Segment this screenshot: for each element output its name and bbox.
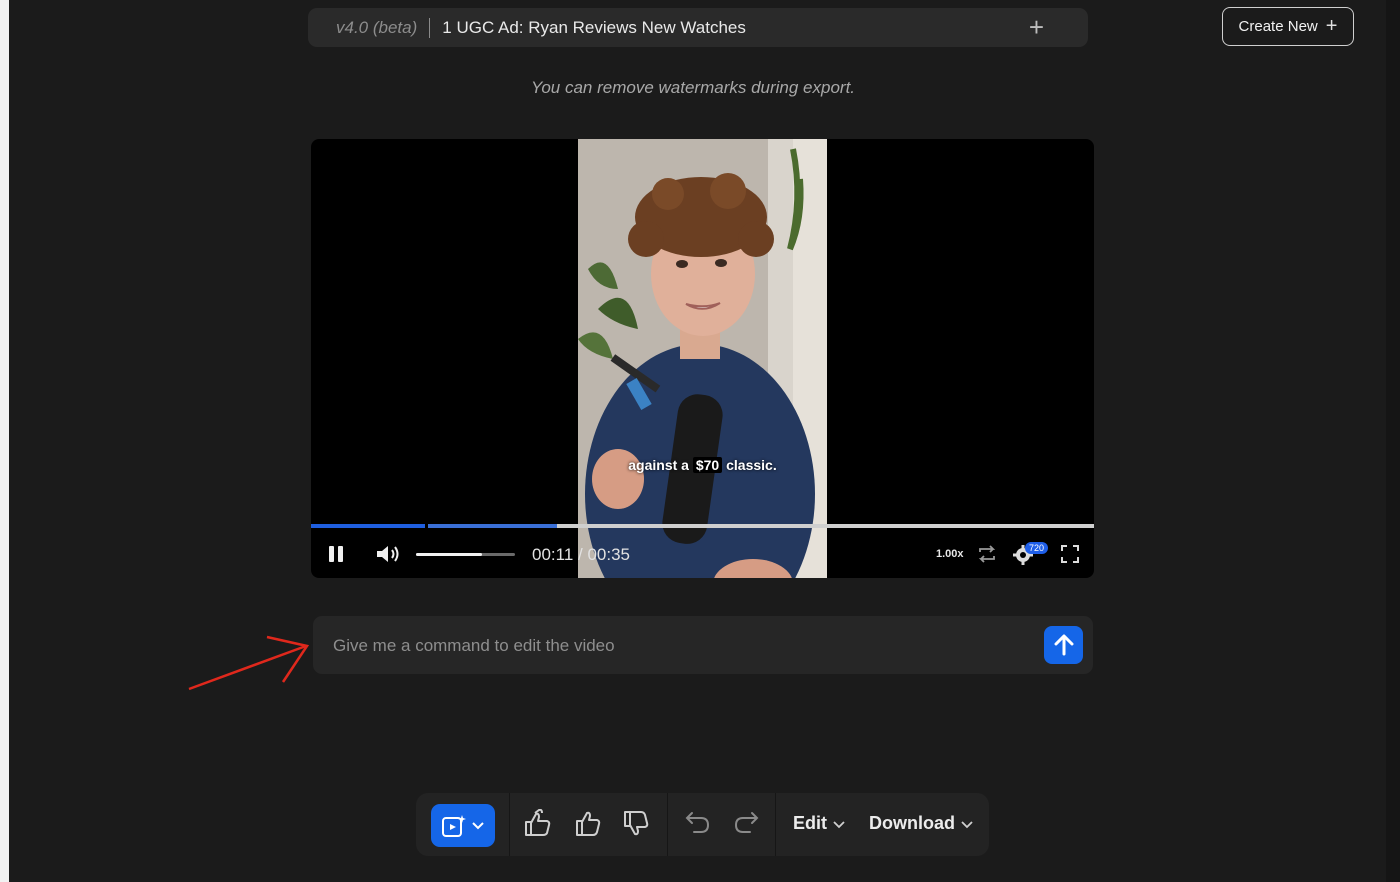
progress-played xyxy=(311,524,427,528)
pause-icon[interactable] xyxy=(327,545,345,563)
left-window-edge xyxy=(0,0,9,882)
plus-icon[interactable]: + xyxy=(1029,14,1044,40)
annotation-arrow xyxy=(188,635,310,691)
video-player[interactable]: against a $70 classic. 00:11 / 00:35 1.0… xyxy=(311,139,1094,578)
progress-bar[interactable] xyxy=(311,524,1094,528)
thumbs-up-icon[interactable] xyxy=(574,809,602,839)
video-frame: against a $70 classic. xyxy=(578,139,827,578)
undo-icon[interactable] xyxy=(684,809,712,837)
edit-menu-button[interactable]: Edit xyxy=(793,813,845,834)
bottom-toolbar: Edit Download xyxy=(416,793,989,856)
quality-badge[interactable]: 720 xyxy=(1025,542,1049,554)
magic-clip-button[interactable] xyxy=(431,804,495,847)
redo-icon[interactable] xyxy=(732,809,760,837)
player-controls: 00:11 / 00:35 1.00x 720 xyxy=(311,531,1094,578)
caption-text: against a xyxy=(628,457,689,473)
chevron-down-icon xyxy=(472,822,484,830)
toolbar-divider xyxy=(667,793,668,856)
arrow-up-icon xyxy=(1054,634,1073,656)
progress-chapter-marker xyxy=(425,524,428,528)
project-title-bar: v4.0 (beta) 1 UGC Ad: Ryan Reviews New W… xyxy=(308,8,1088,47)
video-caption: against a $70 classic. xyxy=(578,457,827,473)
toolbar-divider xyxy=(509,793,510,856)
thumbs-down-icon[interactable] xyxy=(622,809,650,839)
command-input[interactable] xyxy=(331,632,1035,660)
create-new-label: Create New xyxy=(1238,18,1318,35)
edit-label: Edit xyxy=(793,813,827,833)
create-new-button[interactable]: Create New + xyxy=(1222,7,1354,46)
thumbs-up-double-icon[interactable] xyxy=(523,809,555,839)
playback-speed[interactable]: 1.00x xyxy=(936,548,964,560)
toolbar-divider xyxy=(775,793,776,856)
video-frame-image xyxy=(578,139,827,578)
command-box xyxy=(313,616,1093,674)
version-label: v4.0 (beta) xyxy=(336,17,418,37)
loop-icon[interactable] xyxy=(976,544,998,564)
caption-highlight: $70 xyxy=(692,457,723,473)
time-display: 00:11 / 00:35 xyxy=(532,545,630,564)
project-title[interactable]: 1 UGC Ad: Ryan Reviews New Watches xyxy=(442,18,746,38)
magic-clip-icon xyxy=(442,815,466,837)
title-separator xyxy=(429,17,431,38)
watermark-notice: You can remove watermarks during export. xyxy=(530,78,856,97)
send-button[interactable] xyxy=(1044,626,1083,664)
volume-slider[interactable] xyxy=(416,553,515,556)
volume-level xyxy=(416,553,483,556)
volume-icon[interactable] xyxy=(375,543,403,565)
chevron-down-icon xyxy=(833,820,845,828)
fullscreen-icon[interactable] xyxy=(1060,544,1080,564)
chevron-down-icon xyxy=(961,820,973,828)
caption-text: classic. xyxy=(726,457,777,473)
right-window-edge xyxy=(1386,0,1400,882)
download-menu-button[interactable]: Download xyxy=(869,813,973,834)
download-label: Download xyxy=(869,813,955,833)
plus-icon: + xyxy=(1325,15,1338,37)
